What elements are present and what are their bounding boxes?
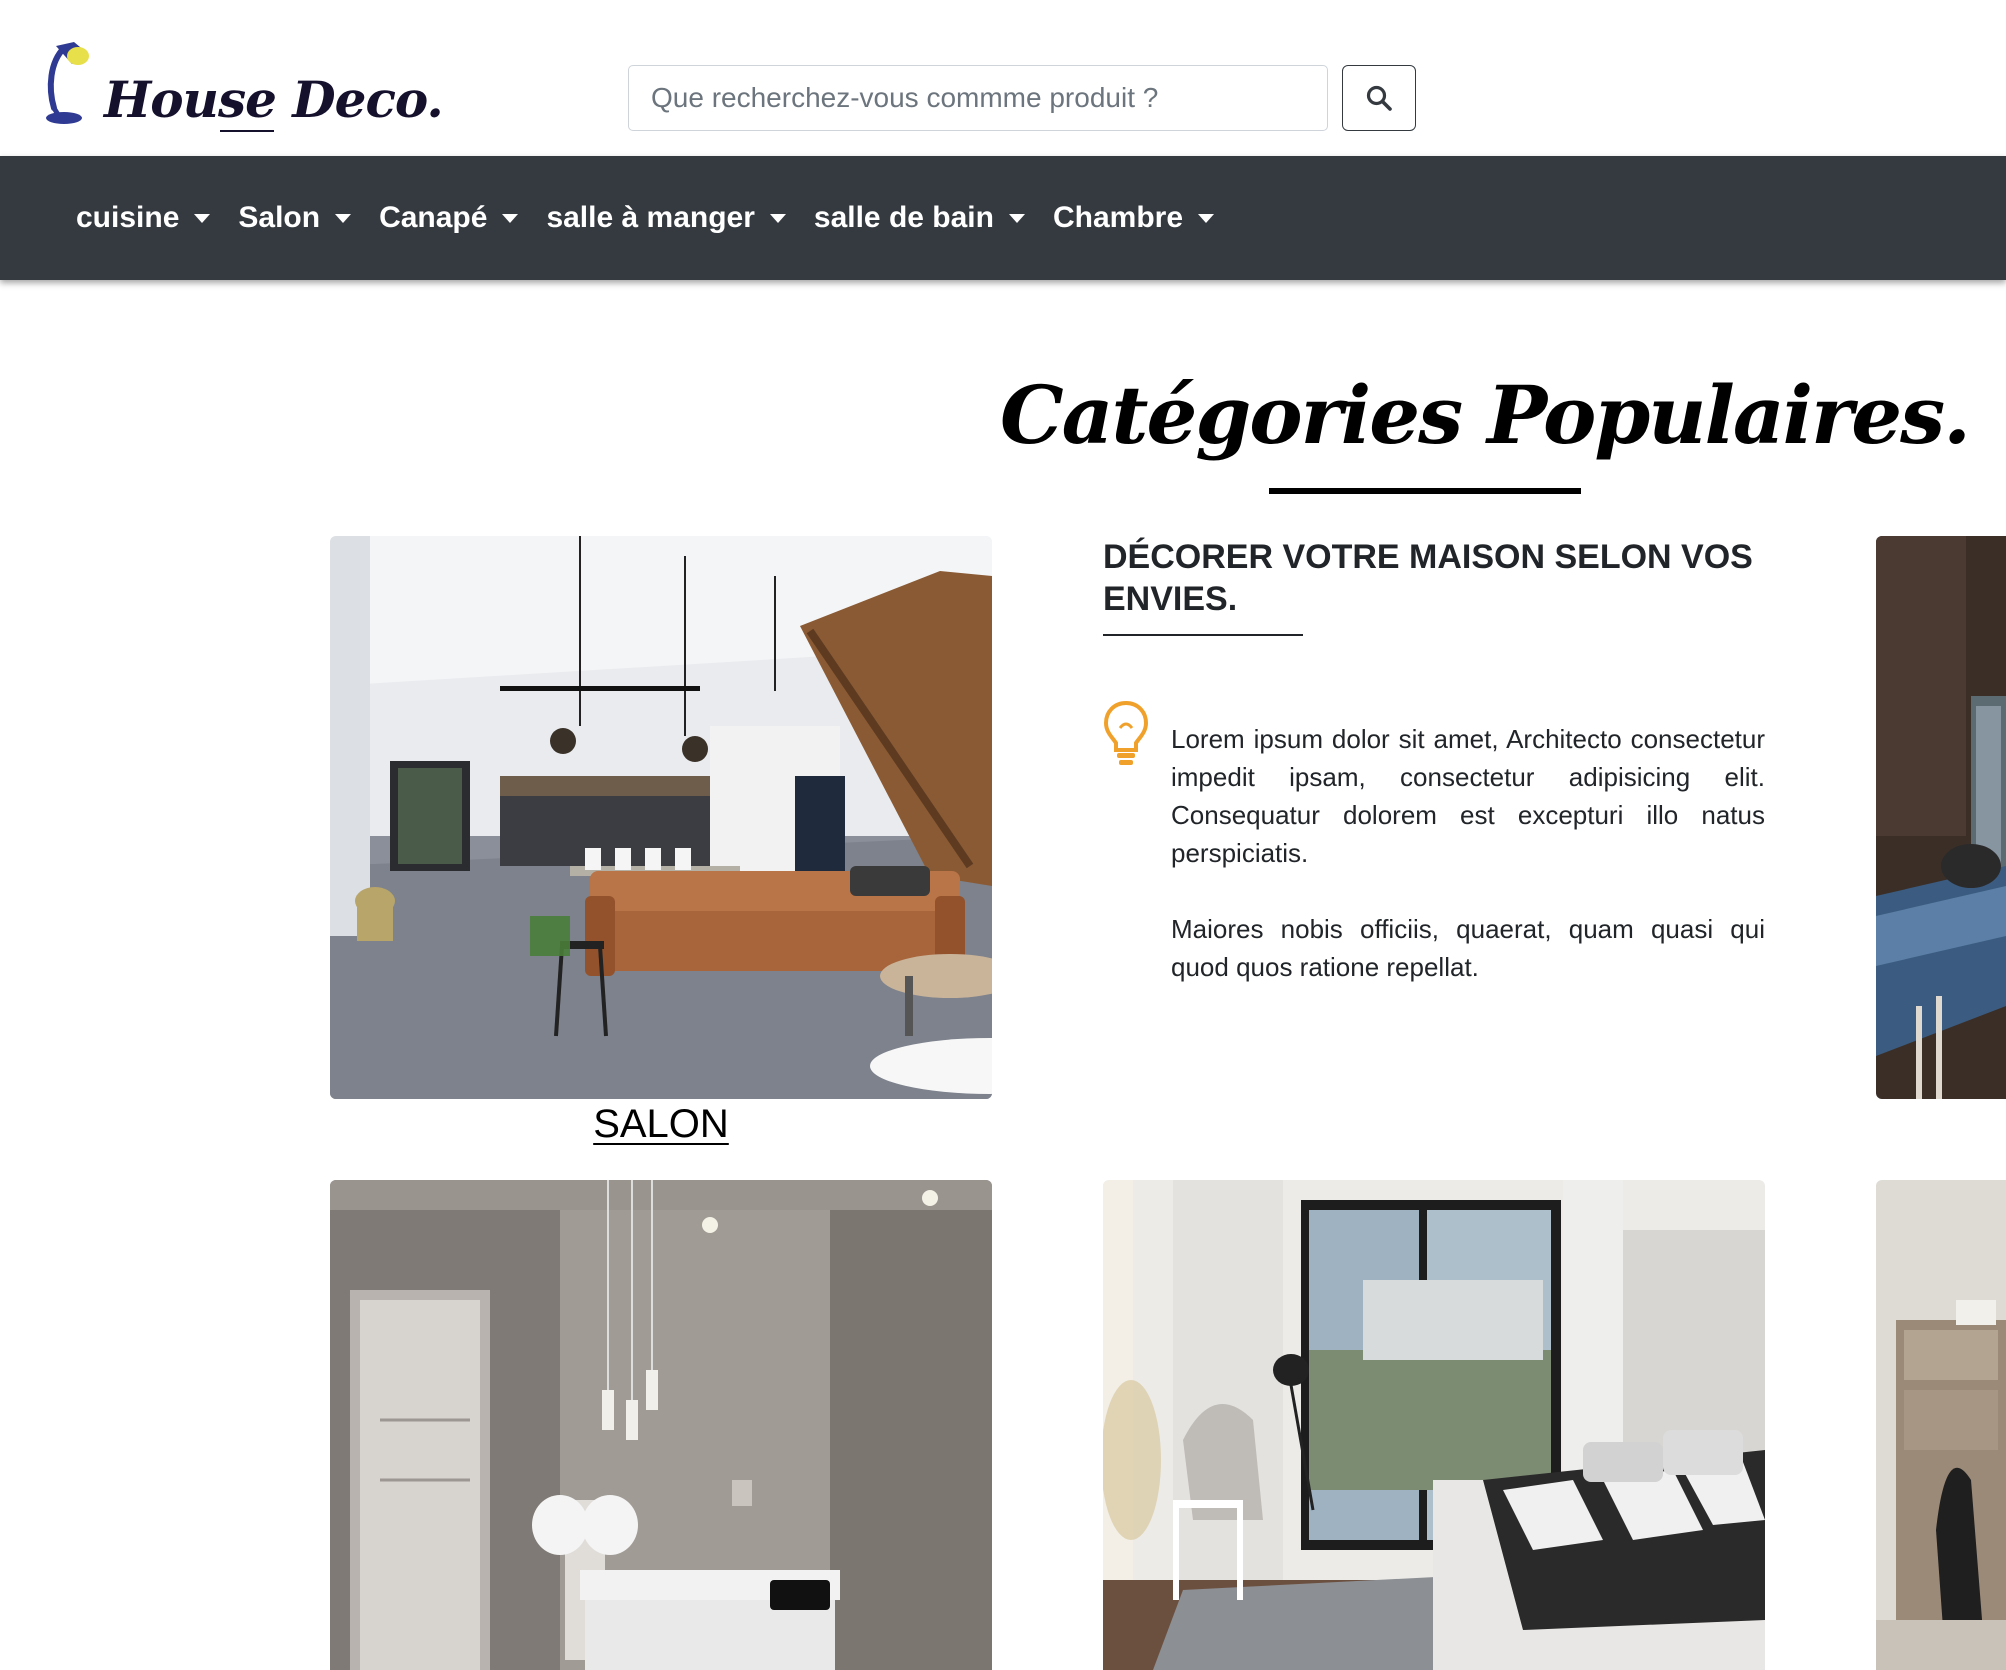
caret-down-icon: [335, 213, 352, 223]
search-button[interactable]: [1342, 65, 1416, 131]
caret-down-icon: [769, 213, 786, 223]
bedroom-photo: [1103, 1180, 1765, 1670]
nav-item-salle-de-bain[interactable]: salle de bain: [814, 201, 1025, 235]
feature-paragraph-2: Maiores nobis officiis, quaerat, quam qu…: [1171, 914, 1765, 982]
logo-text: House Deco.: [104, 70, 444, 129]
nav-item-canape[interactable]: Canapé: [379, 201, 519, 235]
dining-photo-partial: [1876, 1180, 2006, 1670]
section-title-underline: [1269, 488, 1581, 494]
section-title: Catégories Populaires.: [1000, 368, 1971, 462]
nav-item-label: salle de bain: [813, 201, 994, 234]
logo[interactable]: House Deco.: [46, 38, 444, 134]
nav-item-cuisine[interactable]: cuisine: [76, 201, 211, 235]
nav-item-label: Salon: [238, 201, 321, 234]
site-header: House Deco.: [0, 0, 2006, 156]
card-label-salon[interactable]: SALON: [330, 1102, 992, 1147]
feature-heading-underline: [1103, 634, 1303, 636]
card-image-chambre[interactable]: [1103, 1180, 1765, 1670]
feature-paragraph-1: Lorem ipsum dolor sit amet, Architecto c…: [1171, 724, 1765, 868]
feature-text-block: DÉCORER VOTRE MAISON SELON VOS ENVIES. L…: [1103, 536, 1765, 982]
caret-down-icon: [1008, 213, 1025, 223]
feature-heading: DÉCORER VOTRE MAISON SELON VOS ENVIES.: [1103, 538, 1753, 618]
caret-down-icon: [194, 213, 211, 223]
kitchen-photo-partial: [1876, 536, 2006, 1099]
nav-item-chambre[interactable]: Chambre: [1052, 201, 1215, 235]
living-room-photo: [330, 536, 992, 1099]
card-image-entree[interactable]: [330, 1180, 992, 1670]
nav-item-salle-a-manger[interactable]: salle à manger: [546, 201, 786, 235]
caret-down-icon: [1198, 213, 1215, 223]
nav-item-label: salle à manger: [546, 201, 755, 234]
entryway-photo: [330, 1180, 992, 1670]
search-input[interactable]: [628, 65, 1328, 131]
card-image-salon[interactable]: [330, 536, 992, 1099]
card-image-salle-a-manger[interactable]: [1876, 1180, 2006, 1670]
feature-paragraphs: Lorem ipsum dolor sit amet, Architecto c…: [1171, 720, 1765, 1024]
lightbulb-icon: [1103, 700, 1149, 765]
caret-down-icon: [502, 213, 519, 223]
desk-lamp-icon: [46, 42, 89, 124]
logo-underline: [220, 130, 274, 132]
nav-item-label: Chambre: [1052, 201, 1184, 234]
nav-list: cuisine Salon Canapé salle à manger sall…: [76, 156, 1242, 280]
nav-item-label: cuisine: [76, 201, 180, 234]
nav-item-salon[interactable]: Salon: [238, 201, 352, 235]
card-image-cuisine[interactable]: [1876, 536, 2006, 1099]
nav-item-label: Canapé: [379, 201, 488, 234]
search-icon: [1366, 85, 1392, 111]
main-navbar: cuisine Salon Canapé salle à manger sall…: [0, 156, 2006, 280]
